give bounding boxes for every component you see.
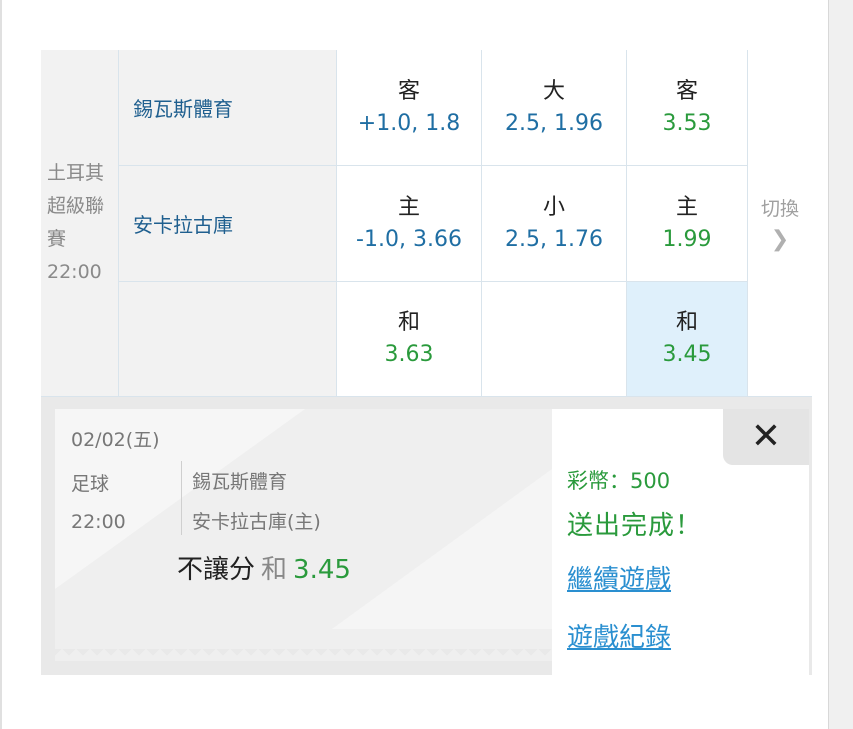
bet-ticket: 02/02(五) 足球 22:00 錫瓦斯體育 安卡拉古庫(主) 不讓分和 3.4… <box>55 409 552 661</box>
league-cell: 土耳其 超級聯 賽 22:00 <box>41 50 119 397</box>
ticket-divider <box>181 461 182 535</box>
game-history-link[interactable]: 遊戲紀錄 <box>567 617 671 654</box>
chevron-right-icon: ❯ <box>770 227 790 252</box>
ticket-sport: 足球 <box>71 473 110 495</box>
result-panel: ✕ 彩幣：500 送出完成！ 繼續遊戲 遊戲紀錄 <box>552 409 809 675</box>
ticket-selection: 和 <box>261 555 288 585</box>
league-name-line3: 賽 <box>47 228 67 250</box>
submit-status: 送出完成！ <box>567 511 703 541</box>
team-away: 錫瓦斯體育 <box>119 50 337 166</box>
ticket-price: 3.45 <box>293 555 351 585</box>
switch-label: 切換 <box>760 198 799 220</box>
team-away-name: 錫瓦斯體育 <box>133 97 233 121</box>
odds-value: +1.0, 1.8 <box>357 110 461 136</box>
continue-game-link[interactable]: 繼續遊戲 <box>567 559 671 596</box>
odds-handicap-home[interactable]: 主 -1.0, 3.66 <box>337 166 482 282</box>
odds-empty-cell <box>482 282 627 397</box>
odds-value: -1.0, 3.66 <box>356 226 462 252</box>
odds-value: 2.5, 1.96 <box>505 110 603 136</box>
odds-label: 和 <box>675 310 698 335</box>
odds-moneyline-away[interactable]: 客 3.53 <box>627 50 748 166</box>
ticket-team-away: 錫瓦斯體育 <box>192 471 288 493</box>
odds-label: 小 <box>542 194 565 220</box>
odds-value: 3.53 <box>662 110 712 136</box>
frame-left-edge <box>0 0 2 729</box>
odds-value: 2.5, 1.76 <box>505 226 603 252</box>
ticket-team-home: 安卡拉古庫(主) <box>192 511 321 533</box>
close-icon: ✕ <box>750 416 782 457</box>
odds-moneyline-home[interactable]: 主 1.99 <box>627 166 748 282</box>
odds-value: 3.45 <box>662 342 712 367</box>
odds-board: 土耳其 超級聯 賽 22:00 錫瓦斯體育 安卡拉古庫 客 +1.0, 1.8 … <box>41 50 812 397</box>
ticket-bet-line: 不讓分和 3.45 <box>177 549 351 586</box>
odds-under[interactable]: 小 2.5, 1.76 <box>482 166 627 282</box>
odds-value: 1.99 <box>662 226 712 252</box>
ticket-date: 02/02(五) <box>71 429 160 451</box>
close-button[interactable]: ✕ <box>723 409 809 465</box>
team-home: 安卡拉古庫 <box>119 166 337 282</box>
scrollbar-track[interactable] <box>828 0 853 729</box>
odds-handicap-draw[interactable]: 和 3.63 <box>337 282 482 397</box>
league-name-line1: 土耳其 <box>47 162 105 184</box>
odds-label: 和 <box>397 310 420 335</box>
ticket-time: 22:00 <box>71 511 126 533</box>
odds-label: 主 <box>675 194 698 220</box>
odds-label: 客 <box>397 78 420 104</box>
switch-button[interactable]: 切換 ❯ <box>748 50 812 397</box>
team-draw-empty <box>119 282 337 397</box>
odds-label: 客 <box>675 78 698 104</box>
odds-over[interactable]: 大 2.5, 1.96 <box>482 50 627 166</box>
bet-confirmation: 02/02(五) 足球 22:00 錫瓦斯體育 安卡拉古庫(主) 不讓分和 3.4… <box>41 397 812 675</box>
odds-moneyline-draw-selected[interactable]: 和 3.45 <box>627 282 748 397</box>
odds-label: 大 <box>542 78 565 104</box>
team-home-name: 安卡拉古庫 <box>133 213 233 237</box>
odds-value: 3.63 <box>384 342 434 367</box>
credit-balance: 彩幣：500 <box>567 469 671 493</box>
ticket-market: 不讓分 <box>177 555 256 585</box>
ticket-zigzag-edge <box>55 649 552 661</box>
odds-label: 主 <box>397 194 420 220</box>
league-name-line2: 超級聯 <box>47 195 105 217</box>
odds-handicap-away[interactable]: 客 +1.0, 1.8 <box>337 50 482 166</box>
match-time: 22:00 <box>47 261 102 283</box>
